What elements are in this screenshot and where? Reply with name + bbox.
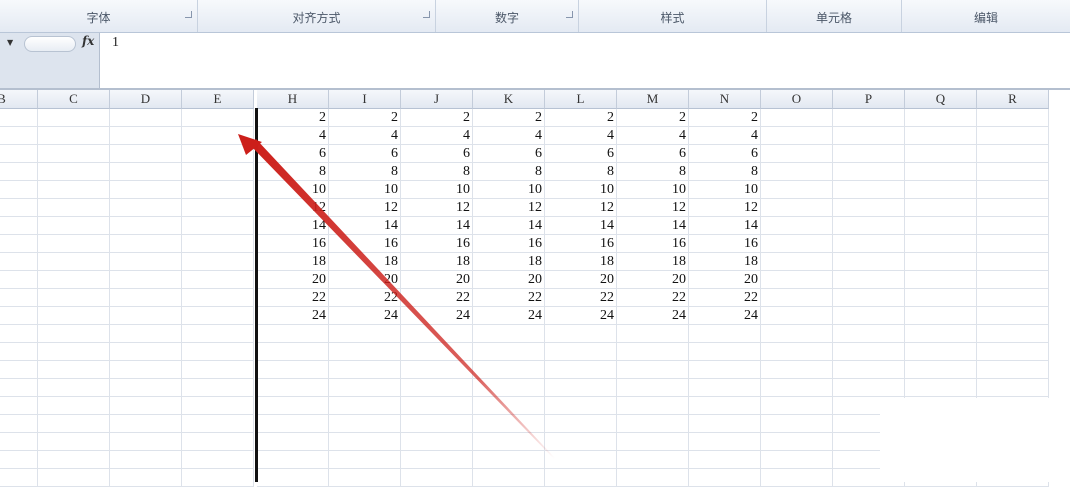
annotation-arrow-shaft xyxy=(250,139,555,459)
annotation-arrow xyxy=(238,134,555,459)
